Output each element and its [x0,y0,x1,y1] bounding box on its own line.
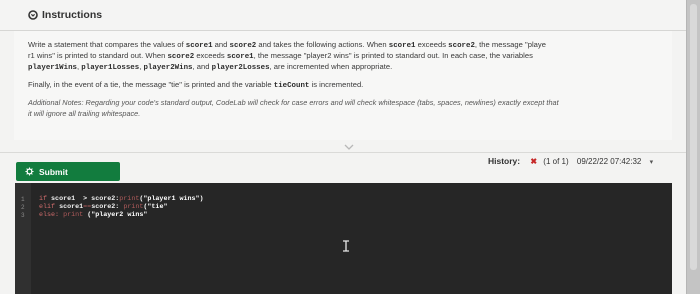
submit-label: Submit [39,167,68,177]
code-token: score1 > score2: [51,195,120,203]
code-line[interactable]: if score1 > score2:print("player1 wins") [39,195,204,203]
history-timestamp[interactable]: 09/22/22 07:42:32 [577,157,642,166]
inline-code: score2 [448,42,475,50]
instruction-paragraph-3: player1Wins, player1Losses, player2Wins,… [28,61,392,74]
instruction-text: , and [192,62,212,71]
inline-code: score1 [226,53,254,61]
code-token: print [119,195,140,203]
line-number-gutter: 1 2 3 [15,183,31,294]
code-editor[interactable]: 1 2 3 if score1 > score2:print("player1 … [15,183,672,294]
instructions-header[interactable]: Instructions [0,0,686,31]
history-bar: History: ✖ (1 of 1) 09/22/22 07:42:32 ▾ [488,156,653,170]
line-number: 3 [21,212,25,219]
instruction-text: and takes the following actions. When [256,40,389,49]
x-mark-icon: ✖ [530,157,538,166]
inline-code: tieCount [273,82,310,90]
code-token: if [39,195,52,203]
additional-notes-line-2: it will ignore all trailing whitespace. [28,109,141,118]
code-token: == [83,203,92,211]
inline-code: player1Wins [28,64,78,72]
code-token: elif [39,203,60,211]
line-number: 2 [21,204,25,211]
text-cursor-icon [343,240,349,252]
code-token: ("player2 wins" [87,211,148,219]
instruction-text: , the message "playe [474,40,546,49]
code-token: score1 [59,203,84,211]
instruction-text: is incremented. [309,80,364,89]
inline-code: score1 [185,42,213,50]
inline-code: player2Losses [211,64,270,72]
code-token: ("tie" [143,203,168,211]
instruction-text: Write a statement that compares the valu… [28,40,186,49]
inline-code: score2 [229,42,257,50]
circle-chevron-icon [28,10,38,20]
history-count: (1 of 1) [543,157,569,166]
instruction-text: , are incremented when appropriate. [269,62,393,71]
instructions-body: Write a statement that compares the valu… [14,31,672,140]
instruction-text: exceeds [415,40,449,49]
instruction-text: r1 wins" is printed to standard out. Whe… [28,51,168,60]
expand-chevron-icon[interactable] [344,144,354,150]
instruction-paragraph-4: Finally, in the event of a tie, the mess… [28,79,363,92]
instruction-text: exceeds [194,51,227,60]
page-scrollbar[interactable] [686,0,700,294]
submit-button[interactable]: Submit [16,162,120,181]
inline-code: player2Wins [143,64,193,72]
divider [0,152,686,153]
inline-code: player1Losses [81,64,140,72]
code-token: score2: [91,203,124,211]
code-line[interactable]: else: print ("player2 wins" [39,211,147,219]
code-line[interactable]: elif score1==score2: print("tie" [39,203,167,211]
chevron-down-icon[interactable]: ▾ [650,159,654,166]
instructions-panel: Instructions Write a statement that comp… [0,0,686,294]
instructions-title: Instructions [42,9,103,21]
inline-code: score1 [388,42,416,50]
history-label: History: [488,156,521,166]
code-token: else: [39,211,64,219]
gear-icon [25,167,34,176]
additional-notes-line-1: Additional Notes: Regarding your code's … [28,98,559,107]
instruction-text: Finally, in the event of a tie, the mess… [28,80,274,89]
code-token: ("player1 wins") [139,195,204,203]
scrollbar-thumb[interactable] [690,4,697,270]
line-number: 1 [21,196,25,203]
instruction-text: and [212,40,230,49]
code-token: print [63,211,88,219]
inline-code: score2 [167,53,195,61]
instruction-text: , the message "player2 wins" is printed … [253,51,533,60]
code-token: print [123,203,144,211]
